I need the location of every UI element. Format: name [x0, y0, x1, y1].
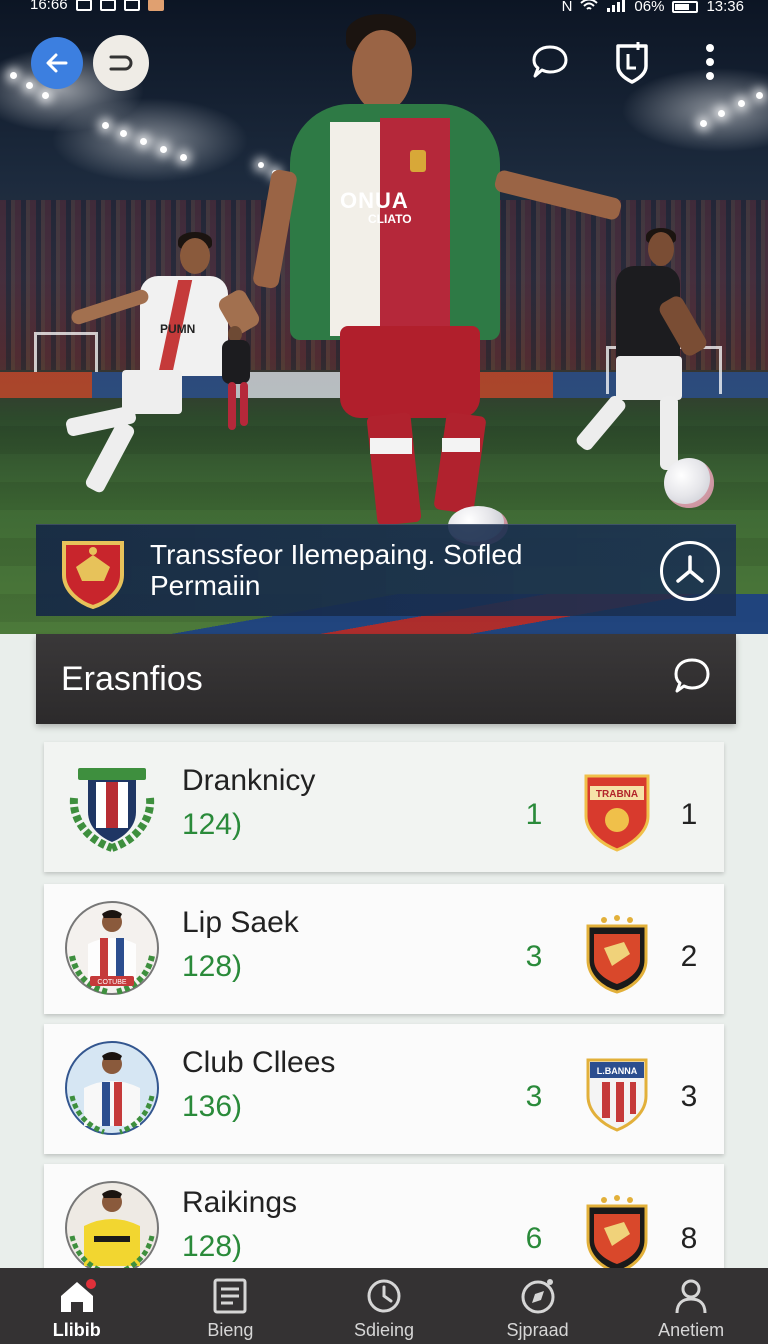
club-crest-icon [586, 915, 648, 994]
club-crest-icon: TRABNA [584, 774, 650, 852]
status-time: 16:66 [30, 0, 68, 13]
more-options-button[interactable] [688, 40, 732, 84]
item-name: Dranknicy [182, 764, 316, 797]
item-value: 128) [182, 950, 243, 983]
nav-label: Sdieing [353, 1320, 414, 1340]
image-icon [99, 0, 116, 11]
item-rank: 1 [680, 798, 698, 831]
list-item[interactable]: Dranknicy 124) 1 TRABNA 1 [44, 742, 724, 872]
item-value: 128) [182, 1230, 243, 1263]
status-clock: 13:36 [706, 0, 744, 15]
return-icon [109, 55, 133, 71]
club-crest-icon [62, 541, 124, 609]
nfc-icon: N [561, 0, 573, 15]
more-vertical-icon [706, 44, 714, 80]
item-name: Lip Saek [182, 906, 299, 939]
floodlight [26, 82, 33, 89]
floodlight [756, 92, 763, 99]
club-crest-icon [586, 1195, 648, 1274]
section-header: Erasnfios [36, 634, 736, 724]
chat-bubble-icon [674, 658, 710, 693]
item-rank: 2 [680, 940, 698, 973]
list-item[interactable]: Club Cllees 136) 3 L.BANNA 3 [44, 1024, 724, 1154]
floodlight [120, 130, 127, 137]
app-icon [147, 0, 164, 11]
item-count: 3 [525, 1080, 543, 1113]
floodlight [258, 162, 264, 168]
shield-icon [616, 42, 648, 84]
status-bar: 16:66 N 06% 13:36 [0, 0, 768, 16]
item-name: Raikings [182, 1186, 298, 1219]
nav-item-explore[interactable]: Sjpraad [461, 1268, 615, 1344]
item-value: 124) [182, 808, 243, 841]
nav-label: Llibib [52, 1320, 101, 1340]
shield-button[interactable] [610, 40, 654, 84]
signal-icon [606, 0, 626, 15]
floodlight [140, 138, 147, 145]
notification-icon [75, 0, 92, 11]
floodlight [718, 110, 725, 117]
nav-item-news[interactable]: Bieng [154, 1268, 308, 1344]
item-count: 6 [525, 1222, 543, 1255]
section-title: Erasnfios [61, 660, 203, 698]
section-comment-button[interactable] [672, 656, 716, 700]
battery-percent: 06% [634, 0, 665, 15]
back-button[interactable] [31, 37, 83, 89]
nav-label: Bieng [207, 1320, 254, 1340]
svg-text:TRABNA: TRABNA [596, 789, 638, 800]
club-badge-icon [69, 768, 155, 852]
wifi-icon [580, 0, 599, 15]
floodlight [160, 146, 167, 153]
football [664, 458, 714, 508]
battery-icon [672, 0, 699, 13]
home-icon [55, 1276, 99, 1316]
chat-bubble-icon [532, 45, 568, 78]
player-avatar: COTUBE [65, 901, 159, 995]
item-rank: 3 [680, 1080, 698, 1113]
player-avatar [65, 1181, 159, 1275]
bottom-navigation: Llibib Bieng Sdieing Sjpraad Anetiem [0, 1268, 768, 1344]
player-avatar [65, 1041, 159, 1135]
item-value: 136) [182, 1090, 243, 1123]
nav-item-home[interactable]: Llibib [0, 1268, 154, 1344]
clock-icon [362, 1276, 406, 1316]
peace-icon [676, 555, 704, 583]
nav-item-profile[interactable]: Anetiem [614, 1268, 768, 1344]
floodlight [102, 122, 109, 129]
profile-icon [669, 1276, 713, 1316]
banner-title: Transsfeor Ilemepaing. Sofled Permaiin [150, 539, 523, 601]
nav-label: Anetiem [658, 1320, 725, 1340]
floodlight [180, 154, 187, 161]
item-rank: 8 [680, 1222, 698, 1255]
floodlight [700, 120, 707, 127]
floodlight [10, 72, 17, 79]
item-count: 3 [525, 940, 543, 973]
item-name: Club Cllees [182, 1046, 336, 1079]
goal-left [34, 332, 98, 372]
news-banner[interactable]: Transsfeor Ilemepaing. Sofled Permaiin [36, 524, 736, 616]
nav-item-schedule[interactable]: Sdieing [307, 1268, 461, 1344]
banner-action-button[interactable] [660, 541, 720, 601]
list-item[interactable]: COTUBE Lip Saek 128) 3 2 [44, 884, 724, 1014]
svg-text:COTUBE: COTUBE [97, 979, 127, 986]
club-crest-icon: L.BANNA [586, 1058, 648, 1132]
arrow-left-icon [46, 53, 68, 73]
comment-button[interactable] [528, 40, 572, 84]
item-count: 1 [525, 798, 543, 831]
floodlight [738, 100, 745, 107]
compass-icon [516, 1276, 560, 1316]
undo-button[interactable] [93, 35, 149, 91]
app-icon [123, 0, 140, 11]
nav-label: Sjpraad [506, 1320, 569, 1340]
svg-text:L.BANNA: L.BANNA [597, 1066, 638, 1076]
document-icon [208, 1276, 252, 1316]
floodlight [42, 92, 49, 99]
